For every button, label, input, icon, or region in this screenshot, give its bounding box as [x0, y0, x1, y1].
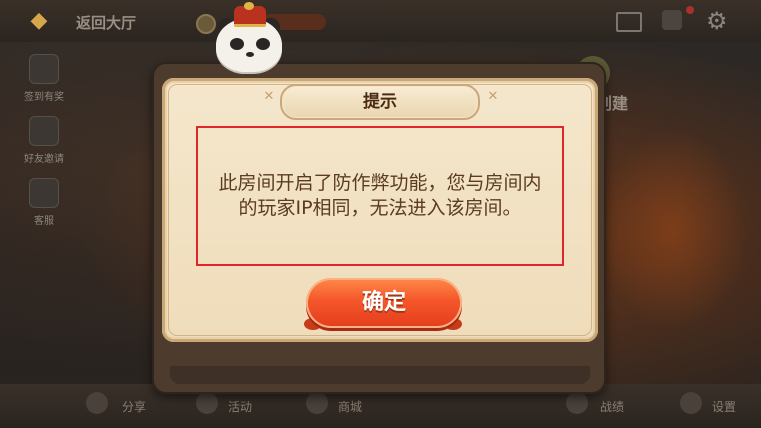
shop-icon[interactable] — [306, 392, 328, 414]
ornament-icon: ✕ — [263, 89, 275, 104]
sidebar-item-invite[interactable]: 好友邀请 — [16, 116, 72, 165]
service-icon — [29, 178, 59, 208]
bottom-item-share[interactable]: 分享 — [122, 398, 146, 415]
mascot-hat-button — [244, 2, 254, 10]
sidebar-item-label: 签到有奖 — [24, 92, 64, 103]
bottom-item-activity[interactable]: 活动 — [228, 398, 252, 415]
invite-icon — [29, 116, 59, 146]
bottom-item-settings[interactable]: 设置 — [712, 398, 736, 415]
record-icon[interactable] — [566, 392, 588, 414]
dialog-message: 此房间开启了防作弊功能，您与房间内的玩家IP相同，无法进入该房间。 — [218, 172, 542, 219]
ornament-icon: ✕ — [487, 89, 499, 104]
activity-icon[interactable] — [196, 392, 218, 414]
sidebar-item-label: 客服 — [34, 216, 54, 227]
settings-icon[interactable] — [680, 392, 702, 414]
sidebar-item-service[interactable]: 客服 — [16, 178, 72, 227]
bottom-item-record[interactable]: 战绩 — [600, 398, 624, 415]
gear-icon[interactable]: ⚙ — [706, 8, 732, 34]
dialog-title: 提示 — [363, 92, 397, 112]
sidebar-item-checkin[interactable]: 签到有奖 — [16, 54, 72, 103]
back-to-lobby-link[interactable]: 返回大厅 — [76, 12, 136, 33]
dialog-frame-base — [170, 366, 590, 384]
message-box: 此房间开启了防作弊功能，您与房间内的玩家IP相同，无法进入该房间。 — [196, 126, 564, 266]
mail-icon[interactable] — [616, 12, 642, 32]
mascot-nose — [246, 52, 254, 57]
confirm-button[interactable]: 确定 — [306, 278, 462, 328]
back-icon[interactable]: ◆ — [26, 8, 52, 34]
notification-dot — [686, 6, 694, 14]
notification-icon[interactable] — [662, 10, 682, 30]
background-art — [598, 130, 748, 330]
coin-icon — [196, 14, 216, 34]
sidebar-item-label: 好友邀请 — [24, 154, 64, 165]
share-icon[interactable] — [86, 392, 108, 414]
mascot-eye — [256, 38, 270, 50]
checkin-icon — [29, 54, 59, 84]
mascot-eye — [230, 38, 244, 50]
bottom-item-shop[interactable]: 商城 — [338, 398, 362, 415]
